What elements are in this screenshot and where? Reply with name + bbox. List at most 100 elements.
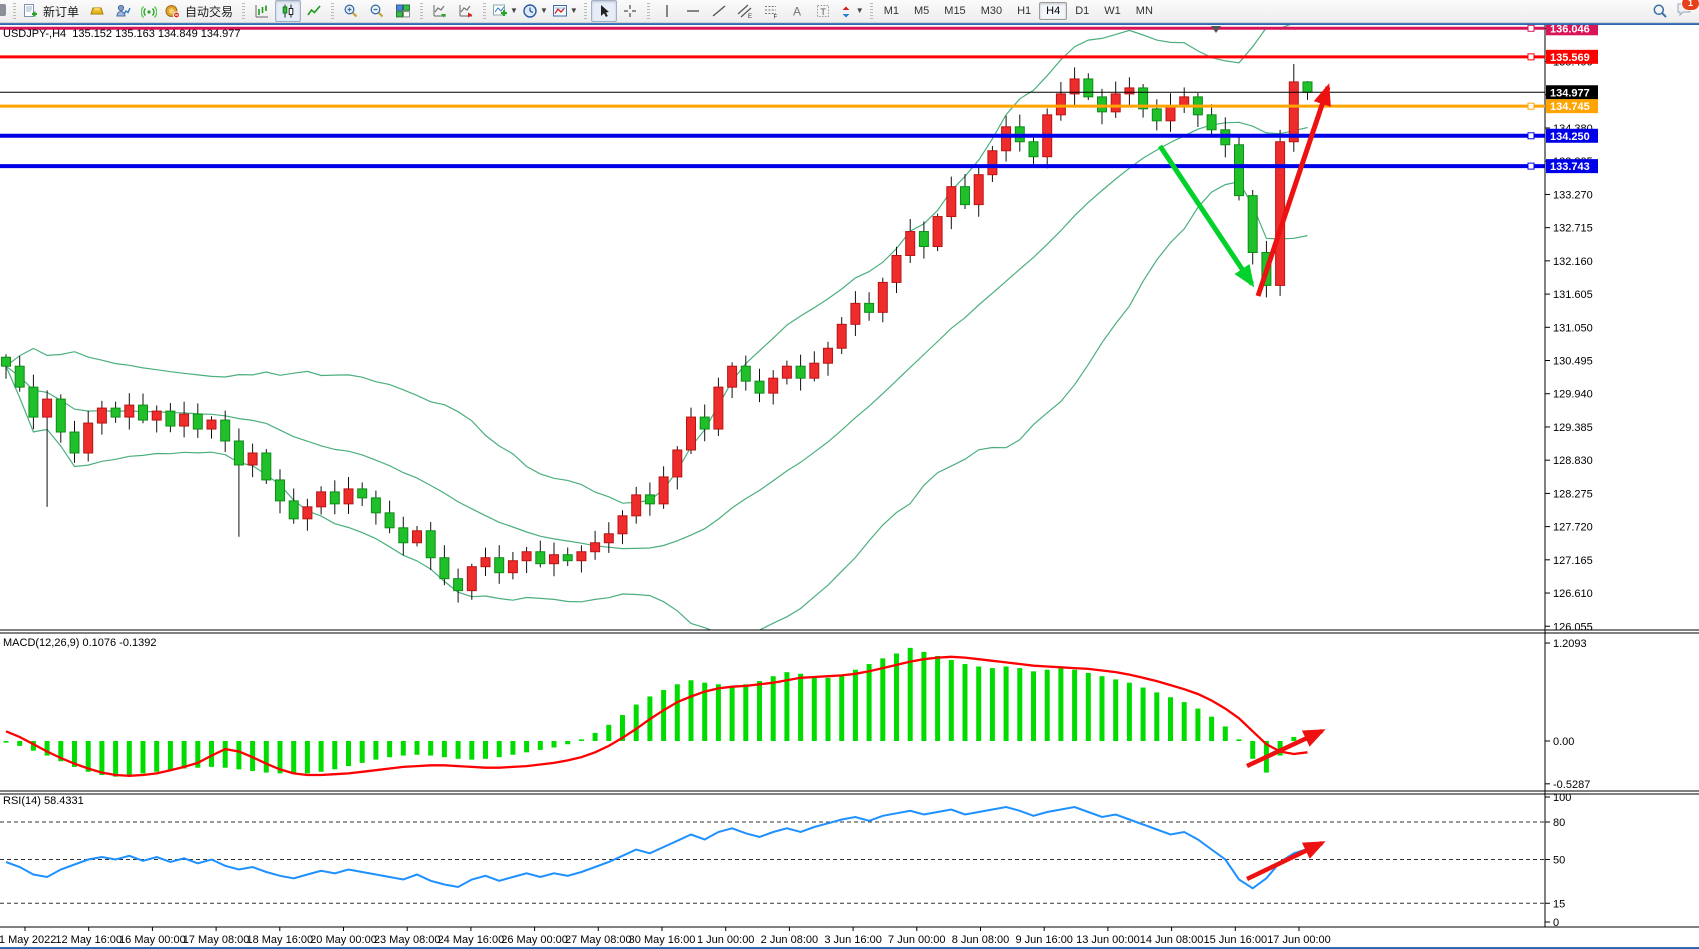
price-tick-label: 130.495 — [1553, 356, 1593, 368]
signals-button[interactable] — [136, 0, 162, 22]
candle-body — [865, 303, 874, 312]
candle-body — [700, 417, 709, 429]
horizontal-line-tool[interactable] — [680, 0, 706, 22]
toolbar-grip — [420, 3, 423, 19]
zoom-in-button[interactable] — [338, 0, 364, 22]
chart-shift-button[interactable] — [453, 0, 479, 22]
timeframe-MN[interactable]: MN — [1129, 2, 1160, 20]
main-pane[interactable] — [2, 19, 1313, 634]
timeframe-M30[interactable]: M30 — [974, 2, 1009, 20]
bar-chart-button[interactable] — [249, 0, 275, 22]
dropdown-caret: ▼ — [510, 7, 518, 15]
timeframe-D1[interactable]: D1 — [1068, 2, 1096, 20]
tile-windows-button[interactable] — [390, 0, 416, 22]
periods-button[interactable]: ▼ — [520, 0, 550, 22]
line-handle[interactable] — [1528, 25, 1534, 31]
arrows-tool[interactable]: ▼ — [836, 0, 866, 22]
time-axis[interactable]: 11 May 202212 May 16:0016 May 00:0017 Ma… — [0, 927, 1331, 946]
candle-body — [604, 534, 613, 543]
time-tick-label: 7 Jun 00:00 — [888, 934, 946, 946]
macd-histogram-bar — [689, 680, 694, 741]
timeframe-M1[interactable]: M1 — [877, 2, 906, 20]
price-level-badge-label: 133.743 — [1550, 161, 1590, 173]
notifications-button[interactable]: 1 — [1676, 1, 1693, 22]
tester-button[interactable] — [110, 0, 136, 22]
candle-body — [1152, 109, 1161, 121]
line-handle[interactable] — [1528, 103, 1534, 109]
candle-body — [371, 498, 380, 513]
timeframe-M15[interactable]: M15 — [937, 2, 972, 20]
gold-ingot-icon — [89, 3, 105, 19]
macd-histogram-bar — [839, 675, 844, 741]
macd-histogram-bar — [401, 741, 406, 756]
candle-body — [645, 495, 654, 504]
candle-body — [1125, 88, 1134, 94]
horizontal-line-icon — [685, 3, 701, 19]
timeframe-H1[interactable]: H1 — [1010, 2, 1038, 20]
indicators-button[interactable]: ▼ — [490, 0, 520, 22]
cursor-tool-button[interactable] — [591, 0, 617, 22]
line-handle[interactable] — [1528, 54, 1534, 60]
crosshair-tool-button[interactable] — [617, 0, 643, 22]
fibonacci-tool[interactable]: F — [758, 0, 784, 22]
candle-body — [43, 399, 52, 417]
new-order-button[interactable]: 新订单 — [20, 0, 84, 22]
candle-body — [961, 187, 970, 205]
price-tick-label: 127.165 — [1553, 555, 1593, 567]
macd-histogram-bar — [141, 741, 146, 773]
time-tick-label: 11 May 2022 — [0, 934, 56, 946]
trading-terminal-window: { "toolbar": { "new_order_label": "新订单",… — [0, 0, 1699, 949]
price-level-badge-label: 134.745 — [1550, 101, 1590, 113]
candle-body — [495, 558, 504, 573]
candle-body — [152, 411, 161, 420]
macd-histogram-bar — [305, 741, 310, 773]
text-label-tool[interactable]: T — [810, 0, 836, 22]
candle-body — [262, 453, 271, 480]
candle-body — [687, 417, 696, 450]
candle-body — [1070, 79, 1079, 94]
new-order-icon — [22, 3, 38, 19]
vertical-line-tool[interactable] — [654, 0, 680, 22]
timeframe-M5[interactable]: M5 — [907, 2, 936, 20]
trendline-icon — [711, 3, 727, 19]
macd-histogram-bar — [1223, 726, 1228, 741]
chart-area[interactable]: 136.045135.490134.935134.380133.825133.2… — [0, 0, 1699, 949]
text-icon: A — [789, 3, 805, 19]
rsi-arrow-annotation[interactable] — [1247, 843, 1322, 879]
line-chart-button[interactable] — [301, 0, 327, 22]
candlestick-chart-button[interactable] — [275, 0, 301, 22]
toolbar-grip — [647, 3, 650, 19]
rsi-scale-label: 50 — [1553, 855, 1565, 867]
symbol-ohlc-header: USDJPY-,H4 135.152 135.163 134.849 134.9… — [3, 28, 241, 40]
search-icon[interactable] — [1652, 3, 1668, 19]
new-order-label: 新订单 — [40, 3, 82, 20]
equidistant-channel-tool[interactable]: E — [732, 0, 758, 22]
timeframe-W1[interactable]: W1 — [1097, 2, 1128, 20]
candle-body — [563, 555, 572, 561]
toolbar-grip — [331, 3, 334, 19]
text-tool[interactable]: A — [784, 0, 810, 22]
macd-histogram-bar — [1072, 670, 1077, 741]
clipped-edge-icon[interactable] — [0, 2, 9, 20]
macd-histogram-bar — [373, 741, 378, 760]
vertical-line-icon — [659, 3, 675, 19]
time-tick-label: 8 Jun 08:00 — [952, 934, 1010, 946]
auto-trading-button[interactable]: 自动交易 — [162, 0, 238, 22]
rsi-pane[interactable] — [0, 807, 1545, 903]
line-handle[interactable] — [1528, 163, 1534, 169]
candle-body — [810, 363, 819, 378]
partial-icon — [0, 2, 8, 18]
time-tick-label: 15 Jun 16:00 — [1203, 934, 1267, 946]
timeframe-H4[interactable]: H4 — [1039, 2, 1067, 20]
market-button[interactable] — [84, 0, 110, 22]
chart-canvas[interactable]: 136.045135.490134.935134.380133.825133.2… — [0, 0, 1699, 949]
trendline-tool[interactable] — [706, 0, 732, 22]
macd-pane[interactable] — [4, 648, 1311, 777]
line-handle[interactable] — [1528, 133, 1534, 139]
dropdown-caret: ▼ — [540, 7, 548, 15]
zoom-out-button[interactable] — [364, 0, 390, 22]
templates-button[interactable]: ▼ — [550, 0, 580, 22]
cursor-icon — [596, 3, 612, 19]
auto-scroll-button[interactable] — [427, 0, 453, 22]
bollinger-middle — [6, 122, 1308, 548]
